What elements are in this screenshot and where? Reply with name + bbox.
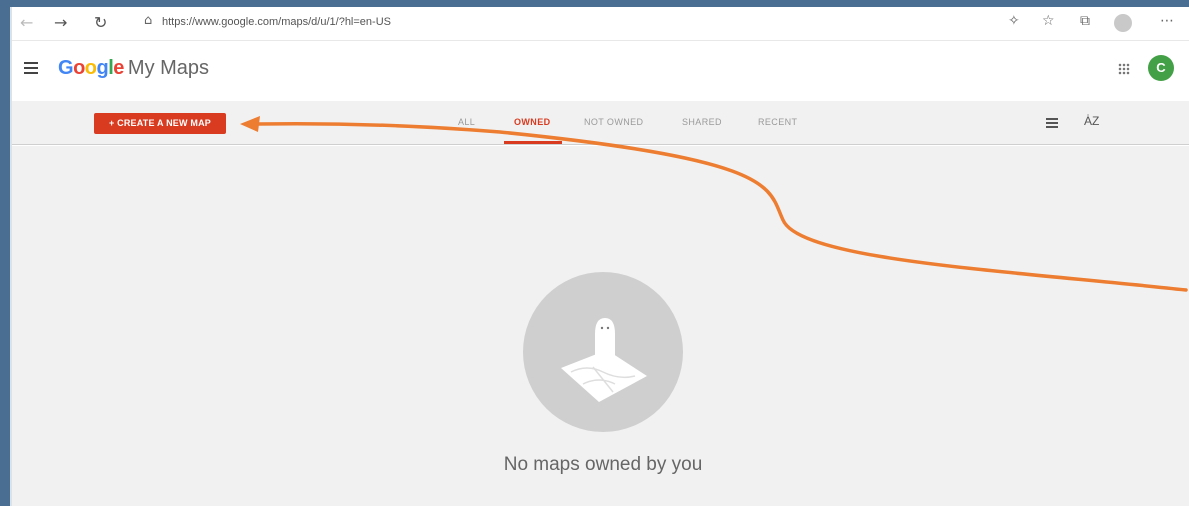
list-view-icon[interactable]	[1046, 118, 1058, 128]
read-aloud-icon[interactable]: ✧	[1008, 13, 1020, 29]
product-name: My Maps	[127, 57, 210, 79]
lock-icon: ⌂	[144, 13, 153, 28]
empty-state-message: No maps owned by you	[503, 454, 703, 475]
app-header: Google My Maps C	[12, 41, 1189, 101]
browser-profile-icon[interactable]	[1114, 14, 1132, 32]
tab-all[interactable]: ALL	[458, 117, 475, 127]
google-wordmark: Google	[58, 57, 124, 79]
maps-list-area: No maps owned by you	[12, 146, 1189, 506]
more-icon[interactable]: ⋯	[1160, 13, 1174, 29]
collections-icon[interactable]: ⧉	[1080, 13, 1090, 29]
account-avatar[interactable]: C	[1148, 55, 1174, 81]
frame-top-border	[0, 0, 1189, 7]
menu-icon[interactable]	[24, 62, 38, 74]
favorites-star-icon[interactable]: ☆	[1042, 13, 1055, 29]
frame-left-border	[0, 0, 10, 506]
tab-shared[interactable]: SHARED	[682, 117, 722, 127]
tab-owned[interactable]: OWNED	[514, 117, 551, 127]
back-icon[interactable]: ←	[20, 14, 33, 32]
map-filter-bar: + CREATE A NEW MAP ALL OWNED NOT OWNED S…	[12, 101, 1189, 145]
app-logo[interactable]: Google My Maps	[58, 57, 209, 80]
empty-maps-illustration	[523, 272, 683, 432]
tab-not-owned[interactable]: NOT OWNED	[584, 117, 643, 127]
active-tab-indicator	[504, 141, 562, 144]
url-text: https://www.google.com/maps/d/u/1/?hl=en…	[162, 16, 391, 28]
reload-icon[interactable]: ↻	[94, 14, 107, 32]
forward-icon[interactable]: →	[54, 14, 67, 32]
apps-grid-icon[interactable]	[1118, 63, 1130, 75]
create-new-map-button[interactable]: + CREATE A NEW MAP	[94, 113, 226, 134]
browser-toolbar: ← → ↻ ⌂ https://www.google.com/maps/d/u/…	[12, 7, 1189, 41]
sort-az-icon[interactable]: ȦZ	[1084, 114, 1099, 128]
address-bar[interactable]: ⌂ https://www.google.com/maps/d/u/1/?hl=…	[140, 12, 1000, 34]
tab-recent[interactable]: RECENT	[758, 117, 797, 127]
